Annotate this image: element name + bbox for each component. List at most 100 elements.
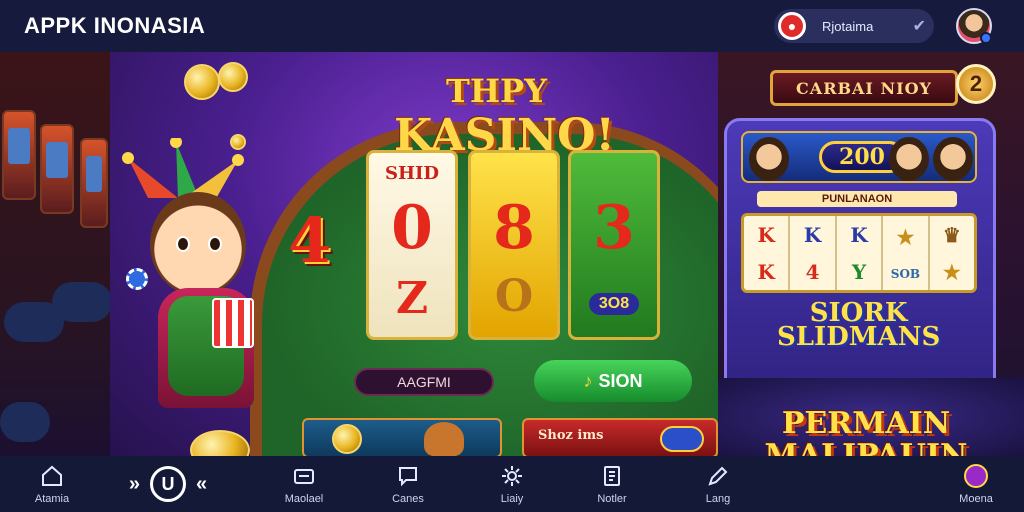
check-icon: ✔ [912, 18, 926, 35]
slot-machine-illustration [80, 138, 108, 228]
nav-label: Lang [705, 493, 731, 505]
jester-face-illustration [150, 192, 246, 296]
poker-chip-icon [126, 268, 148, 290]
reel-1-top: SHID [384, 163, 440, 184]
notes-icon [599, 463, 625, 489]
slot-title: SIORK SLIDMANS [777, 300, 941, 352]
promo-title-line-1: PERMAIN [781, 406, 951, 441]
brand-logo[interactable]: APPK INONASIA [24, 13, 205, 39]
chair-illustration [0, 402, 50, 442]
gear-icon [499, 463, 525, 489]
reel-2: 8 O [468, 150, 560, 340]
prize-icon [963, 463, 989, 489]
slot-symbol: K [850, 222, 868, 247]
slot-symbol: K [803, 222, 822, 247]
portrait-icon [933, 137, 973, 181]
right-sign: CARBAI NIOY [770, 70, 958, 106]
level-badge: 2 [956, 64, 996, 104]
slot-symbol: ★ [896, 225, 915, 249]
user-pill[interactable]: ● Rjotaima ✔ [774, 9, 934, 43]
bottom-nav: Atamia » U « Maolael Canes Liaiy Notler … [0, 456, 1024, 512]
reel-3: 3 3O8 [568, 150, 660, 340]
slot-reel-column: K K [744, 216, 791, 290]
right-promo-panel[interactable]: CARBAI NIOY 2 200 PUNLANAON K K K 4 K Y … [718, 52, 1024, 456]
slot-symbol: K [757, 222, 775, 247]
chair-illustration [52, 282, 112, 322]
reel-1-digit: 0 [391, 193, 433, 263]
slot-reels: K K K 4 K Y ★ SOB ♛ ★ [741, 213, 977, 293]
slot-title-line-2: SLIDMANS [777, 322, 941, 352]
slot-symbol: K [757, 259, 775, 284]
nav-label: Moena [959, 493, 993, 505]
nav-center-button[interactable]: U [150, 466, 186, 502]
slot-symbol: SOB [890, 267, 921, 281]
nav-label: Canes [392, 493, 424, 505]
nav-center-group: » U « [129, 466, 207, 502]
coin-icon [218, 62, 248, 92]
portrait-icon [749, 137, 789, 181]
slot-symbol: ♛ [942, 222, 961, 247]
wallet-icon [291, 463, 317, 489]
top-bar: APPK INONASIA ● Rjotaima ✔ [0, 0, 1024, 52]
cup-illustration [212, 298, 254, 348]
forward-icon: » [128, 472, 140, 495]
chip-icon [660, 426, 704, 452]
fox-icon [424, 422, 464, 456]
edit-icon [705, 463, 731, 489]
banana-icon: ♪ [583, 370, 593, 391]
coin-icon [332, 424, 362, 454]
coin-icon [190, 430, 250, 456]
reel-3-bottom: 3O8 [589, 293, 639, 315]
sign-in-label: SION [598, 370, 643, 391]
nav-item-edit[interactable]: Lang [690, 456, 746, 512]
nav-item-prize[interactable]: Moena [946, 456, 1006, 512]
nav-item-chat[interactable]: Canes [380, 456, 436, 512]
nav-item-wallet[interactable]: Maolael [276, 456, 332, 512]
online-dot-icon [980, 32, 992, 44]
back-icon: « [196, 472, 208, 495]
home-icon [39, 463, 65, 489]
slot-strip-label: PUNLANAON [757, 191, 957, 207]
nav-label: Liaiy [500, 493, 524, 505]
game-card-right[interactable]: Shoz ims [522, 418, 718, 456]
promo-title-line-2: MALIPAUIN [764, 438, 968, 457]
app-page: APPK INONASIA ● Rjotaima ✔ THPY KASINO! … [0, 0, 1024, 512]
promo-title: PERMAIN MALIPAUIN [746, 406, 986, 457]
left-casino-background [0, 52, 112, 456]
hero-title-top: THPY [446, 72, 547, 110]
slot-symbol: ★ [942, 259, 961, 284]
nav-item-home[interactable]: Atamia [24, 456, 80, 512]
game-card-left[interactable] [302, 418, 502, 456]
slot-machine-illustration [40, 124, 74, 214]
nav-item-notes[interactable]: Notler [584, 456, 640, 512]
user-name: Rjotaima [822, 18, 874, 34]
slot-top-display: 200 [741, 131, 977, 183]
reel-1: SHID 0 Z [366, 150, 458, 340]
record-icon: ● [778, 12, 806, 40]
hero-big-number: 4 [288, 204, 332, 277]
secondary-button[interactable]: AAGFMI [354, 368, 494, 396]
reel-3-digit: 3 [593, 193, 635, 263]
slot-symbol: 4 [805, 259, 820, 284]
nav-item-settings[interactable]: Liaiy [484, 456, 540, 512]
reel-1-bottom: Z [395, 273, 429, 324]
sign-in-button[interactable]: ♪ SION [534, 360, 692, 402]
slot-machine-illustration [2, 110, 36, 200]
slot-reel-column: ★ SOB [883, 216, 930, 290]
slot-reel-column: K 4 [790, 216, 837, 290]
hero-banner[interactable]: THPY KASINO! 4 SHID 0 Z 8 O 3 3O8 AAGFMI… [110, 52, 718, 456]
chat-icon [395, 463, 421, 489]
user-avatar[interactable] [956, 8, 992, 44]
nav-label: Maolael [284, 493, 324, 505]
nav-label: Atamia [34, 493, 70, 505]
nav-center-toggle[interactable]: » U « [118, 456, 218, 512]
nav-label: Notler [597, 493, 627, 505]
reel-2-digit: 8 [493, 193, 535, 263]
slot-reel-column: K Y [837, 216, 884, 290]
game-card-right-label: Shoz ims [538, 428, 604, 443]
coin-icon [184, 64, 220, 100]
portrait-icon [889, 137, 929, 181]
reel-2-bottom: O [494, 271, 534, 322]
slot-symbol: Y [851, 259, 867, 284]
slot-reel-column: ♛ ★ [930, 216, 974, 290]
